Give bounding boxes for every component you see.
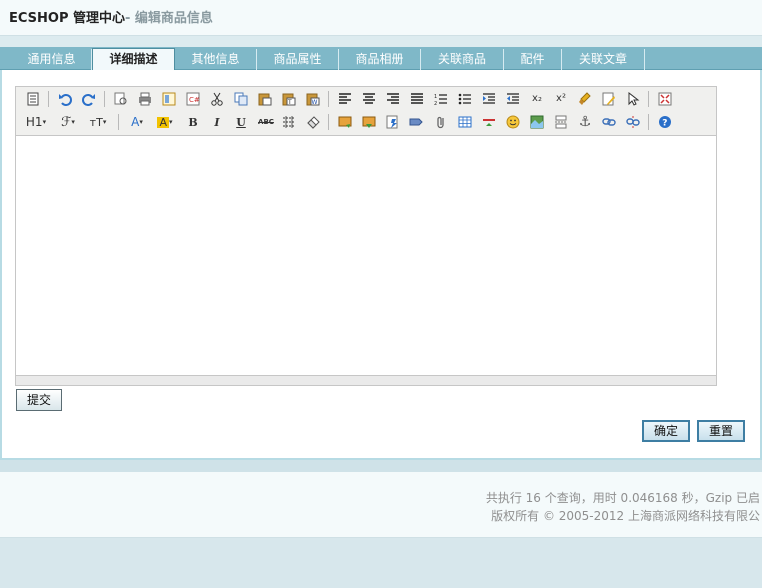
tab-linked-goods[interactable]: 关联商品 bbox=[421, 49, 504, 70]
top-bar: ECSHOP 管理中心- 编辑商品信息 bbox=[0, 0, 762, 36]
map-icon[interactable] bbox=[528, 113, 546, 131]
reset-button[interactable]: 重置 bbox=[697, 420, 745, 442]
text-color-icon[interactable]: A ▾ bbox=[126, 113, 148, 131]
header-band bbox=[0, 36, 762, 47]
font-size-label: тT bbox=[89, 115, 103, 129]
attachment-icon[interactable] bbox=[432, 113, 450, 131]
tab-general-info[interactable]: 通用信息 bbox=[12, 49, 92, 70]
align-center-icon[interactable] bbox=[360, 90, 378, 108]
font-family-icon[interactable]: ℱ ▾ bbox=[56, 113, 80, 131]
tab-goods-gallery[interactable]: 商品相册 bbox=[339, 49, 421, 70]
image-icon[interactable] bbox=[336, 113, 354, 131]
paste-icon[interactable] bbox=[256, 90, 274, 108]
cut-icon[interactable] bbox=[208, 90, 226, 108]
preview-icon[interactable] bbox=[112, 90, 130, 108]
eraser-icon[interactable] bbox=[304, 113, 322, 131]
undo-icon[interactable] bbox=[56, 90, 74, 108]
flash-icon[interactable] bbox=[384, 113, 402, 131]
copy-icon[interactable] bbox=[232, 90, 250, 108]
hr-icon[interactable] bbox=[480, 113, 498, 131]
paste-word-icon[interactable]: W bbox=[304, 90, 322, 108]
unordered-list-icon[interactable] bbox=[456, 90, 474, 108]
editor-status-bar bbox=[16, 375, 716, 385]
heading-label: H1 bbox=[25, 115, 43, 129]
select-all-icon[interactable] bbox=[600, 90, 618, 108]
redo-icon[interactable] bbox=[80, 90, 98, 108]
line-height-icon[interactable] bbox=[280, 113, 298, 131]
source-icon[interactable] bbox=[24, 90, 42, 108]
page-title: ECSHOP 管理中心- 编辑商品信息 bbox=[9, 7, 213, 26]
align-left-icon[interactable] bbox=[336, 90, 354, 108]
anchor-icon[interactable]: ⚓ bbox=[576, 113, 594, 131]
toolbar-separator bbox=[648, 114, 649, 130]
editor-content-area[interactable] bbox=[16, 136, 716, 375]
template-icon[interactable] bbox=[160, 90, 178, 108]
highlight-label: A bbox=[157, 115, 169, 129]
tab-bar: 通用信息 详细描述 其他信息 商品属性 商品相册 关联商品 配件 关联文章 bbox=[0, 47, 762, 71]
submit-button[interactable]: 提交 bbox=[16, 389, 62, 411]
toolbar-separator bbox=[328, 91, 329, 107]
svg-text:2: 2 bbox=[434, 101, 437, 106]
link-icon[interactable] bbox=[600, 113, 618, 131]
page-subtitle: - 编辑商品信息 bbox=[125, 11, 213, 26]
editor-toolbar: C# T W 12 x₂ x² H1 ▾ ℱ ▾ тT ▾ A ▾ A ▾ B I U A… bbox=[16, 87, 716, 136]
toolbar-separator bbox=[328, 114, 329, 130]
ordered-list-icon[interactable]: 12 bbox=[432, 90, 450, 108]
multi-image-icon[interactable] bbox=[360, 113, 378, 131]
svg-text:C#: C# bbox=[189, 96, 200, 104]
indent-icon[interactable] bbox=[480, 90, 498, 108]
fullscreen-icon[interactable] bbox=[656, 90, 674, 108]
toolbar-separator bbox=[648, 91, 649, 107]
clear-format-icon[interactable] bbox=[576, 90, 594, 108]
table-icon[interactable] bbox=[456, 113, 474, 131]
align-right-icon[interactable] bbox=[384, 90, 402, 108]
rich-text-editor: C# T W 12 x₂ x² H1 ▾ ℱ ▾ тT ▾ A ▾ A ▾ B I U A… bbox=[15, 86, 717, 386]
tab-detail-description[interactable]: 详细描述 bbox=[92, 48, 175, 71]
italic-icon[interactable]: I bbox=[208, 113, 226, 131]
tab-linked-articles[interactable]: 关联文章 bbox=[562, 49, 645, 70]
emoticon-icon[interactable] bbox=[504, 113, 522, 131]
print-icon[interactable] bbox=[136, 90, 154, 108]
toolbar-separator bbox=[104, 91, 105, 107]
tab-other-info[interactable]: 其他信息 bbox=[175, 49, 257, 70]
bold-icon[interactable]: B bbox=[184, 113, 202, 131]
heading-icon[interactable]: H1 ▾ bbox=[24, 113, 48, 131]
font-size-icon[interactable]: тT ▾ bbox=[86, 113, 110, 131]
media-icon[interactable] bbox=[408, 113, 426, 131]
text-color-label: A bbox=[131, 115, 140, 129]
font-family-label: ℱ bbox=[61, 114, 72, 130]
unlink-icon[interactable] bbox=[624, 113, 642, 131]
footer-band bbox=[0, 460, 762, 472]
toolbar-separator bbox=[118, 114, 119, 130]
svg-text:W: W bbox=[312, 99, 318, 106]
select-icon[interactable] bbox=[624, 90, 642, 108]
superscript-icon[interactable]: x² bbox=[552, 90, 570, 108]
toolbar-separator bbox=[48, 91, 49, 107]
help-icon[interactable]: ? bbox=[656, 113, 674, 131]
highlight-icon[interactable]: A ▾ bbox=[154, 113, 176, 131]
app-name: ECSHOP 管理中心 bbox=[9, 11, 126, 26]
tab-goods-attributes[interactable]: 商品属性 bbox=[257, 49, 339, 70]
outdent-icon[interactable] bbox=[504, 90, 522, 108]
pagebreak-icon[interactable] bbox=[552, 113, 570, 131]
justify-icon[interactable] bbox=[408, 90, 426, 108]
svg-text:1: 1 bbox=[434, 94, 437, 100]
svg-text:T: T bbox=[287, 99, 292, 106]
subscript-icon[interactable]: x₂ bbox=[528, 90, 546, 108]
footer-copyright: 版权所有 © 2005-2012 上海商派网络科技有限公 bbox=[491, 509, 760, 523]
page-footer: 共执行 16 个查询，用时 0.046168 秒，Gzip 已启 版权所有 © … bbox=[0, 472, 762, 538]
tab-accessories[interactable]: 配件 bbox=[504, 49, 562, 70]
paste-plain-icon[interactable]: T bbox=[280, 90, 298, 108]
footer-query-stats: 共执行 16 个查询，用时 0.046168 秒，Gzip 已启 bbox=[485, 491, 760, 505]
code-icon[interactable]: C# bbox=[184, 90, 202, 108]
underline-icon[interactable]: U bbox=[232, 113, 250, 131]
confirm-button[interactable]: 确定 bbox=[642, 420, 690, 442]
svg-text:?: ? bbox=[662, 119, 667, 129]
strikethrough-icon[interactable]: ABC bbox=[256, 113, 276, 131]
